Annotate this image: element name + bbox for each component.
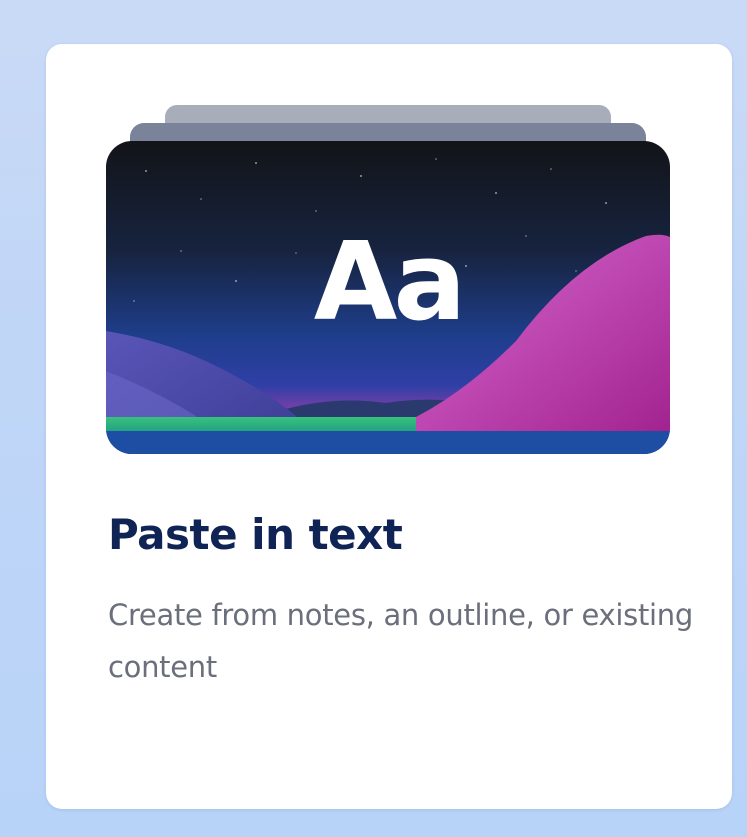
thumbnail-glyph-text: Aa [313,220,466,345]
paste-in-text-card[interactable]: Aa Paste in text Create from notes, an o… [46,44,732,809]
card-title: Paste in text [108,510,403,559]
card-description: Create from notes, an outline, or existi… [108,598,693,684]
card-illustration: Aa [106,141,670,454]
